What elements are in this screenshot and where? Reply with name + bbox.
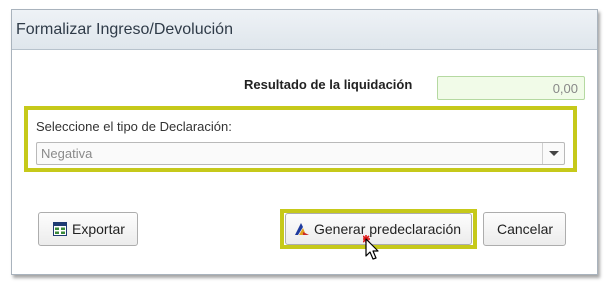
export-button-label: Exportar	[72, 221, 125, 237]
generate-button-label: Generar predeclaración	[314, 221, 462, 237]
mouse-pointer-icon	[363, 235, 379, 260]
dialog-titlebar[interactable]: Formalizar Ingreso/Devolución	[12, 10, 597, 50]
result-label: Resultado de la liquidación	[244, 77, 413, 92]
declaration-type-label: Seleccione el tipo de Declaración:	[36, 119, 232, 134]
formalize-dialog: Formalizar Ingreso/Devolución Resultado …	[11, 9, 598, 275]
declaration-type-value: Negativa	[41, 146, 93, 161]
cancel-button[interactable]: Cancelar	[483, 212, 566, 246]
chevron-down-icon[interactable]	[542, 143, 564, 164]
declaration-type-select[interactable]: Negativa	[36, 142, 565, 165]
result-value-field: 0,00	[437, 76, 585, 100]
dialog-title: Formalizar Ingreso/Devolución	[16, 21, 233, 38]
declaration-type-highlight: Seleccione el tipo de Declaración: Negat…	[24, 106, 577, 172]
export-button[interactable]: Exportar	[38, 212, 138, 246]
export-table-icon	[53, 222, 67, 236]
cancel-button-label: Cancelar	[497, 221, 554, 237]
generate-declaration-icon	[295, 223, 309, 235]
